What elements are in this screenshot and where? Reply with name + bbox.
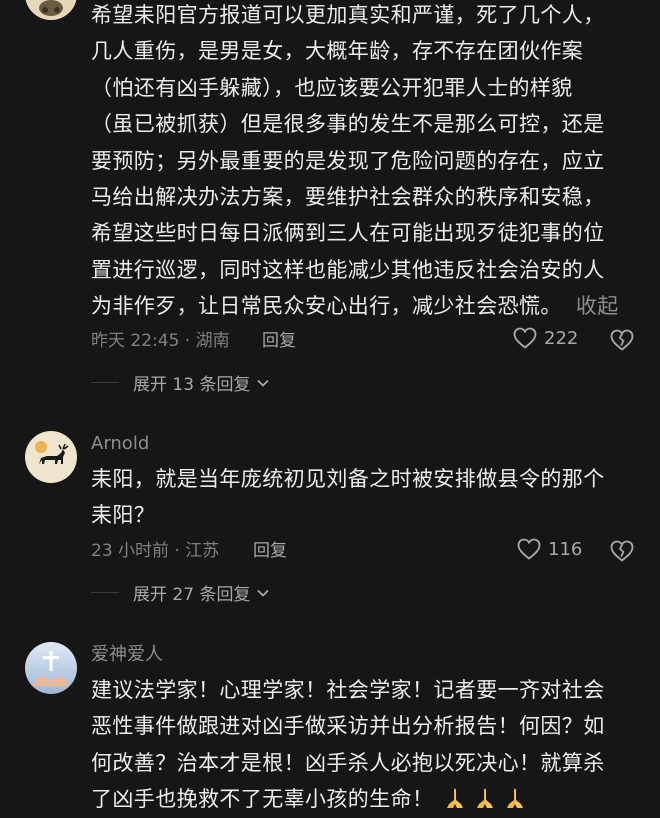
comment-line: 希望耒阳官方报道可以更加真实和严谨，死了几个人，	[91, 3, 605, 27]
expand-replies-button[interactable]: 展开 13 条回复	[91, 370, 270, 395]
chevron-down-icon	[257, 589, 270, 597]
reply-button[interactable]: 回复	[262, 329, 296, 353]
like-button[interactable]: 116	[517, 538, 582, 560]
comment-line: 了凶手也挽救不了无辜小孩的生命！	[91, 787, 434, 812]
praying-hands-icon	[447, 788, 464, 809]
broken-heart-icon	[610, 540, 634, 562]
dislike-button[interactable]	[610, 329, 634, 351]
comment-line-last: 为非作歹，让日常民众安心出行，减少社会恐慌。 收起	[91, 288, 636, 324]
comment-timestamp-location: 昨天 22:45 · 湖南	[91, 331, 230, 351]
comment-line-last: 了凶手也挽救不了无辜小孩的生命！	[91, 781, 636, 817]
emoji-group	[443, 787, 533, 811]
like-count: 222	[544, 327, 579, 349]
like-button[interactable]: 222	[513, 327, 578, 349]
heart-icon	[517, 538, 541, 560]
comment-line: 置进行巡逻，同时这样也能减少其他违反社会治安的人	[91, 257, 605, 282]
comment-timestamp-location: 23 小时前 · 江苏	[91, 541, 220, 561]
like-count: 116	[548, 538, 583, 560]
divider-line	[91, 592, 119, 593]
comment-line: 为非作歹，让日常民众安心出行，减少社会恐慌。	[91, 294, 562, 319]
comment-text: 建议法学家！心理学家！社会学家！记者要一齐对社会 恶性事件做跟进对凶手做采访并出…	[91, 672, 636, 818]
avatar-image	[25, 431, 77, 483]
comment-line: 建议法学家！心理学家！社会学家！记者要一齐对社会	[91, 678, 605, 702]
comment-line: （虽已被抓获）但是很多事的发生不是那么可控，还是	[91, 112, 605, 137]
dislike-button[interactable]	[610, 540, 634, 562]
avatar-image	[25, 642, 77, 694]
avatar[interactable]	[25, 642, 77, 694]
comment-line: 恶性事件做跟进对凶手做采访并出分析报告！何因？如	[91, 714, 605, 739]
comment-text: 希望耒阳官方报道可以更加真实和严谨，死了几个人， 几人重伤，是男是女，大概年龄，…	[91, 0, 636, 325]
comment-line: （怕还有凶手躲藏），也应该要公开犯罪人士的样貌	[91, 75, 573, 100]
avatar[interactable]	[25, 0, 77, 20]
expand-replies-label: 展开 27 条回复	[133, 585, 251, 605]
reply-button[interactable]: 回复	[253, 539, 287, 563]
divider-line	[91, 382, 119, 383]
broken-heart-icon	[610, 329, 634, 351]
collapse-link[interactable]: 收起	[576, 294, 619, 318]
comment-line: 耒阳，就是当年庞统初见刘备之时被安排做县令的那个	[91, 467, 605, 491]
comment-username[interactable]: Arnold	[91, 432, 149, 456]
praying-hands-icon	[507, 788, 524, 809]
comment-username[interactable]: 爱神爱人	[91, 643, 163, 667]
heart-icon	[513, 327, 537, 349]
praying-hands-icon	[477, 788, 494, 809]
expand-replies-button[interactable]: 展开 27 条回复	[91, 580, 270, 605]
avatar-image	[25, 0, 77, 20]
expand-replies-label: 展开 13 条回复	[133, 375, 251, 395]
comment-line: 希望这些时日每日派俩到三人在可能出现歹徒犯事的位	[91, 221, 605, 246]
comment-text: 耒阳，就是当年庞统初见刘备之时被安排做县令的那个 耒阳？	[91, 461, 636, 534]
comment-line: 何改善？治本才是根！凶手杀人必抱以死决心！就算杀	[91, 750, 605, 775]
comment-line: 耒阳？	[91, 503, 156, 528]
chevron-down-icon	[257, 379, 270, 387]
avatar[interactable]	[25, 431, 77, 483]
comment-line: 几人重伤，是男是女，大概年龄，存不存在团伙作案	[91, 39, 584, 64]
comment-line: 要预防；另外最重要的是发现了危险问题的存在，应立	[91, 148, 605, 173]
comment-line: 马给出解决办法方案，要维护社会群众的秩序和安稳，	[91, 185, 605, 210]
